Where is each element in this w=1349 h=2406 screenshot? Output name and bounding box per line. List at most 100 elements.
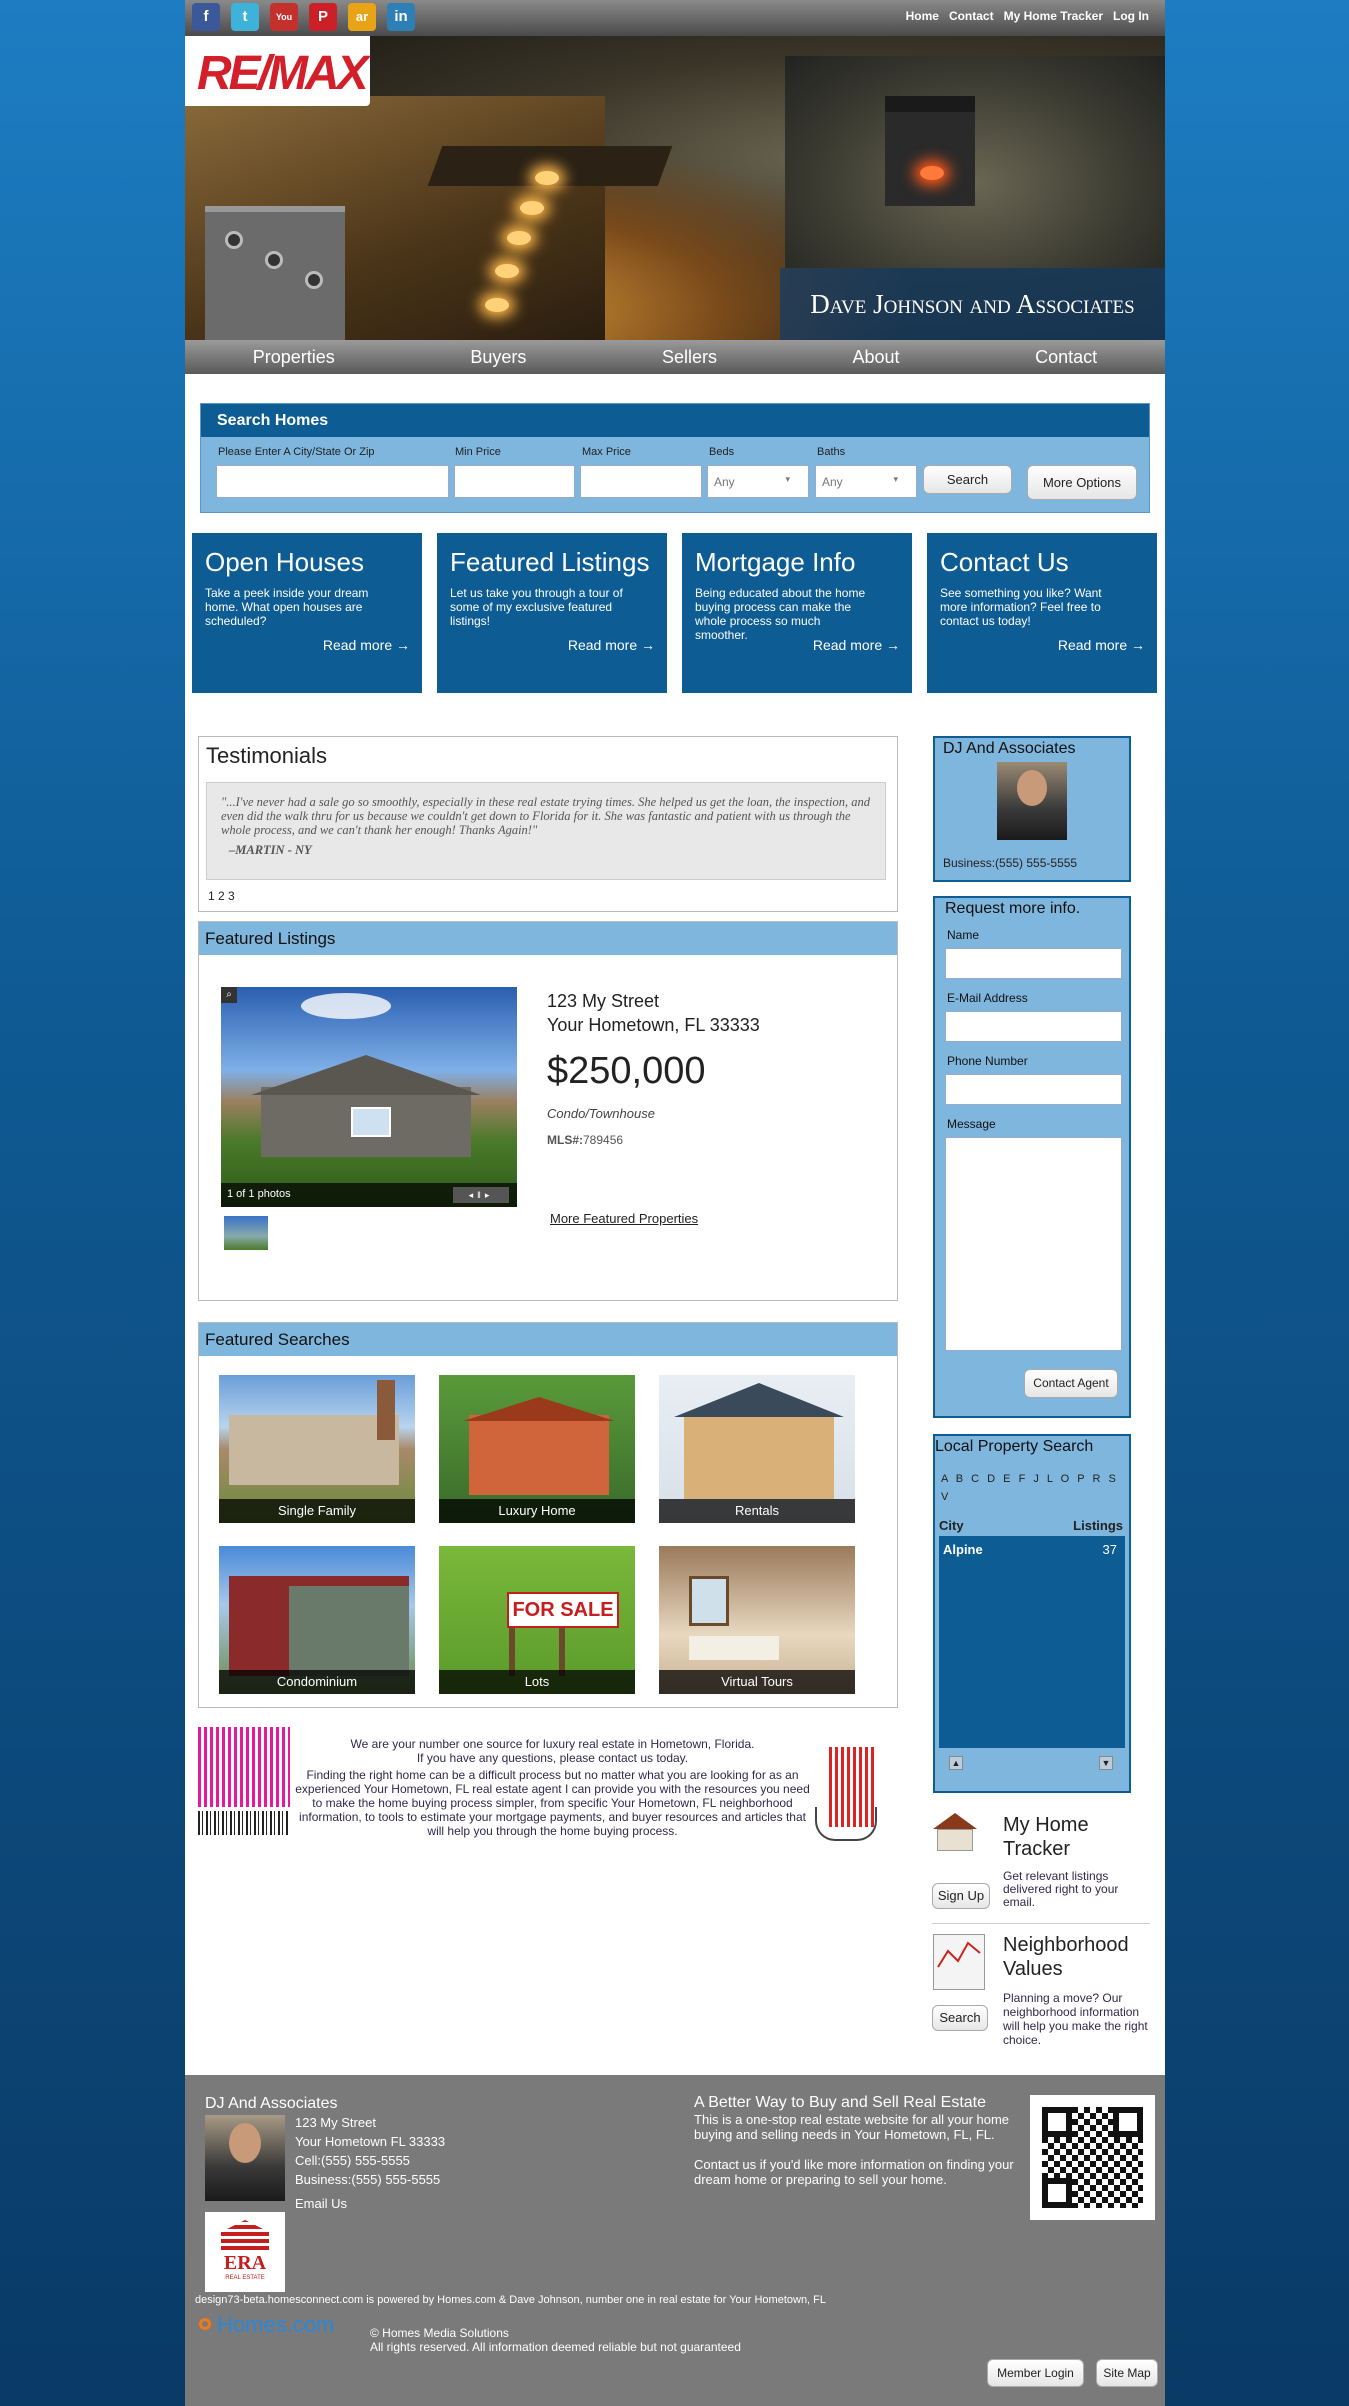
sign-up-button[interactable]: Sign Up bbox=[932, 1883, 990, 1909]
tile-virtual-tours[interactable]: Virtual Tours bbox=[659, 1546, 855, 1694]
name-input[interactable] bbox=[945, 948, 1122, 979]
twitter-icon[interactable]: t bbox=[231, 3, 259, 31]
hero-fire bbox=[920, 166, 944, 180]
read-more-link[interactable]: Read more → bbox=[813, 637, 900, 653]
top-bar: f t You P ar in Home Contact My Home Tra… bbox=[185, 0, 1165, 36]
search-homes-panel: Search Homes Please Enter A City/State O… bbox=[200, 403, 1150, 513]
pinterest-icon[interactable]: P bbox=[309, 3, 337, 31]
topnav-contact-link[interactable]: Contact bbox=[949, 9, 994, 23]
scroll-up-icon[interactable]: ▲ bbox=[949, 1756, 963, 1770]
facebook-icon[interactable]: f bbox=[192, 3, 220, 31]
contact-agent-button[interactable]: Contact Agent bbox=[1024, 1369, 1118, 1398]
testimonial-quote: "...I've never had a sale go so smoothly… bbox=[206, 782, 886, 880]
footer-tagline-p1: This is a one-stop real estate website f… bbox=[694, 2112, 1010, 2142]
hero-candle bbox=[535, 171, 559, 185]
promo-title: Contact Us bbox=[940, 547, 1069, 577]
main-nav: Properties Buyers Sellers About Contact bbox=[185, 340, 1165, 374]
promo-featured-listings[interactable]: Featured Listings Let us take you throug… bbox=[437, 533, 667, 693]
topnav-home-tracker-link[interactable]: My Home Tracker bbox=[1004, 9, 1103, 23]
city-name[interactable]: Alpine bbox=[943, 1542, 983, 1557]
topnav-home-link[interactable]: Home bbox=[906, 9, 939, 23]
letter-index[interactable]: A B C D E F J L O P R S V bbox=[941, 1470, 1121, 1506]
testimonial-pagination[interactable]: 1 2 3 bbox=[208, 889, 235, 903]
search-button[interactable]: Search bbox=[923, 465, 1012, 494]
house-window bbox=[351, 1107, 391, 1137]
listing-thumbnail[interactable] bbox=[224, 1216, 268, 1250]
member-login-button[interactable]: Member Login bbox=[987, 2359, 1084, 2387]
hero-candle bbox=[507, 231, 531, 245]
tracker-title[interactable]: My Home Tracker bbox=[1003, 1813, 1143, 1861]
more-options-button[interactable]: More Options bbox=[1027, 465, 1137, 500]
slideshow-controls[interactable]: ◂‖▸ bbox=[453, 1187, 509, 1203]
zoom-icon[interactable]: ⌕ bbox=[221, 987, 237, 1003]
site-map-button[interactable]: Site Map bbox=[1096, 2359, 1158, 2387]
read-more-link[interactable]: Read more → bbox=[568, 637, 655, 653]
nav-properties[interactable]: Properties bbox=[253, 347, 335, 368]
agent-business-phone: Business:(555) 555-5555 bbox=[943, 856, 1078, 870]
listing-type: Condo/Townhouse bbox=[547, 1106, 655, 1121]
qr-code[interactable] bbox=[1030, 2095, 1155, 2220]
house-tracker-icon bbox=[933, 1809, 977, 1859]
barcode-graphic-left bbox=[198, 1727, 290, 1835]
more-featured-link[interactable]: More Featured Properties bbox=[550, 1211, 698, 1226]
min-price-input[interactable] bbox=[454, 465, 575, 498]
house-roof bbox=[674, 1383, 844, 1417]
testimonial-author: –MARTIN - NY bbox=[229, 843, 312, 857]
tile-lots[interactable]: FOR SALE Lots bbox=[439, 1546, 635, 1694]
footer-email-link[interactable]: Email Us bbox=[295, 2196, 347, 2211]
max-price-input[interactable] bbox=[580, 465, 702, 498]
phone-input[interactable] bbox=[945, 1074, 1122, 1105]
remax-logo-text: RE/MAX bbox=[197, 47, 369, 100]
city-input[interactable] bbox=[216, 465, 449, 498]
nav-sellers[interactable]: Sellers bbox=[662, 347, 717, 368]
nav-contact[interactable]: Contact bbox=[1035, 347, 1097, 368]
house-roof bbox=[463, 1397, 615, 1421]
message-textarea[interactable] bbox=[945, 1137, 1122, 1351]
city-list: Alpine 37 bbox=[939, 1536, 1125, 1748]
linkedin-icon[interactable]: in bbox=[387, 3, 415, 31]
hero-fireplace bbox=[885, 96, 975, 206]
neighborhood-values-title[interactable]: Neighborhood Values bbox=[1003, 1933, 1143, 1981]
tile-caption: Condominium bbox=[219, 1670, 415, 1694]
tile-luxury-home[interactable]: Luxury Home bbox=[439, 1375, 635, 1523]
read-more-link[interactable]: Read more → bbox=[323, 637, 410, 653]
city-listings-count: 37 bbox=[1102, 1542, 1117, 1557]
era-house-mark bbox=[221, 2220, 269, 2250]
promo-open-houses[interactable]: Open Houses Take a peek inside your drea… bbox=[192, 533, 422, 693]
house-body bbox=[469, 1415, 609, 1495]
nav-buyers[interactable]: Buyers bbox=[470, 347, 526, 368]
promo-mortgage-info[interactable]: Mortgage Info Being educated about the h… bbox=[682, 533, 912, 693]
read-more-link[interactable]: Read more → bbox=[1058, 637, 1145, 653]
building-body bbox=[289, 1586, 409, 1676]
beds-select[interactable]: Any ▾ bbox=[707, 465, 809, 498]
promo-contact-us[interactable]: Contact Us See something you like? Want … bbox=[927, 533, 1157, 693]
tile-single-family[interactable]: Single Family bbox=[219, 1375, 415, 1523]
hero-candle bbox=[485, 298, 509, 312]
rights-notice: All rights reserved. All information dee… bbox=[370, 2340, 741, 2354]
tile-condominium[interactable]: Condominium bbox=[219, 1546, 415, 1694]
tile-caption: Luxury Home bbox=[439, 1499, 635, 1523]
testimonials-panel: Testimonials "...I've never had a sale g… bbox=[198, 736, 898, 912]
nav-about[interactable]: About bbox=[853, 347, 900, 368]
scroll-down-icon[interactable]: ▼ bbox=[1099, 1756, 1113, 1770]
youtube-icon[interactable]: You bbox=[270, 3, 298, 31]
listing-photo[interactable]: ⌕ 1 of 1 photos ◂‖▸ bbox=[221, 987, 517, 1207]
baths-value: Any bbox=[822, 475, 843, 489]
page: f t You P ar in Home Contact My Home Tra… bbox=[185, 0, 1165, 2406]
remax-logo[interactable]: RE/MAX bbox=[185, 36, 370, 106]
promo-desc: Let us take you through a tour of some o… bbox=[450, 586, 623, 628]
promo-title: Mortgage Info bbox=[695, 547, 856, 577]
name-label: Name bbox=[947, 928, 980, 942]
baths-select[interactable]: Any ▾ bbox=[815, 465, 917, 498]
tile-rentals[interactable]: Rentals bbox=[659, 1375, 855, 1523]
neighborhood-search-button[interactable]: Search bbox=[932, 2005, 988, 2031]
copyright: © Homes Media Solutions bbox=[370, 2326, 509, 2340]
homes-com-logo[interactable]: Homes.com bbox=[217, 2312, 334, 2338]
house-body bbox=[229, 1415, 399, 1485]
email-input[interactable] bbox=[945, 1011, 1122, 1042]
activerain-icon[interactable]: ar bbox=[348, 3, 376, 31]
tracker-desc: Get relevant listings delivered right to… bbox=[1003, 1869, 1119, 1909]
house-body bbox=[937, 1829, 973, 1851]
topnav-login-link[interactable]: Log In bbox=[1113, 9, 1149, 23]
beds-value: Any bbox=[714, 475, 735, 489]
